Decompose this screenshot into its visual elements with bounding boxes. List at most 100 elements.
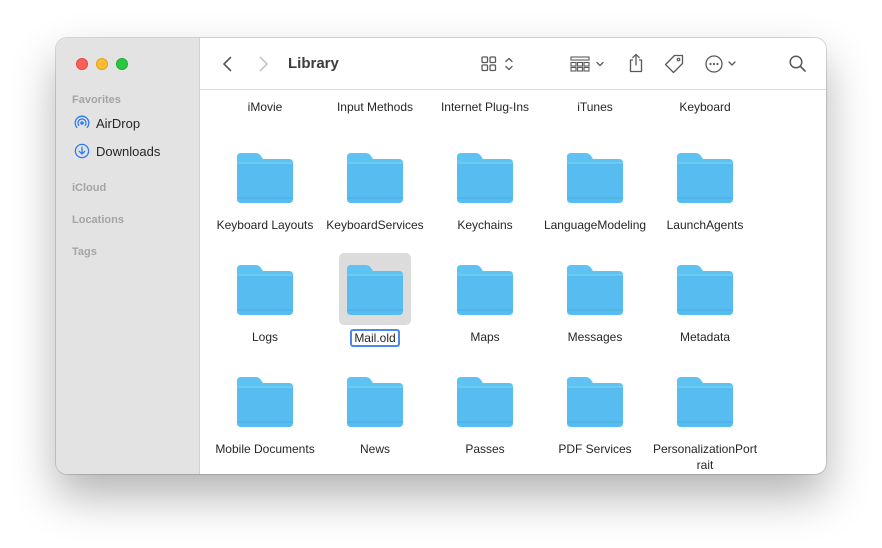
- folder-label: LaunchAgents: [666, 218, 744, 232]
- chevron-right-icon: [259, 56, 268, 72]
- sidebar-section-locations: Locations: [72, 214, 124, 226]
- folder-item[interactable]: KeyboardServices: [320, 141, 430, 233]
- folder-icon: [237, 377, 293, 427]
- folder-item[interactable]: Logs: [210, 253, 320, 345]
- folder-icon: [677, 377, 733, 427]
- folder-icon: [237, 153, 293, 203]
- folder-label: KeyboardServices: [326, 218, 424, 232]
- sidebar-section-favorites: Favorites: [72, 94, 121, 106]
- folder-label: Keyboard Layouts: [216, 218, 314, 232]
- folder-label: Maps: [470, 330, 500, 344]
- folder-item[interactable]: PersonalizationPortrait: [650, 365, 760, 473]
- folder-icon-wrap[interactable]: [559, 365, 631, 437]
- folder-item[interactable]: Input Methods: [320, 99, 430, 115]
- folder-icon-wrap[interactable]: [339, 253, 411, 325]
- sidebar: Favorites AirDrop Downloads iCloud Locat…: [56, 38, 200, 474]
- sidebar-item-downloads[interactable]: Downloads: [74, 143, 160, 159]
- folder-label: Mobile Documents: [215, 442, 315, 456]
- more-options-icon: [705, 55, 736, 73]
- folder-item[interactable]: iMovie: [210, 99, 320, 115]
- folder-icon: [347, 153, 403, 203]
- forward-button[interactable]: [253, 54, 273, 74]
- folder-item[interactable]: Mail.old: [320, 253, 430, 347]
- folder-icon-wrap[interactable]: [559, 141, 631, 213]
- finder-window: Favorites AirDrop Downloads iCloud Locat…: [56, 38, 826, 474]
- zoom-button[interactable]: [116, 58, 128, 70]
- airdrop-icon: [74, 115, 90, 129]
- share-icon: [629, 53, 643, 73]
- folder-label: Mail.old: [321, 329, 429, 347]
- folder-label: Keychains: [457, 218, 513, 232]
- folder-label: Passes: [465, 442, 505, 456]
- folder-label: Internet Plug-Ins: [440, 100, 530, 114]
- folder-item[interactable]: Maps: [430, 253, 540, 345]
- folder-label: Logs: [251, 330, 279, 344]
- folder-item[interactable]: Passes: [430, 365, 540, 457]
- sidebar-section-tags: Tags: [72, 246, 97, 258]
- folder-icon: [677, 265, 733, 315]
- folder-item[interactable]: Messages: [540, 253, 650, 345]
- group-icon: [570, 56, 604, 72]
- folder-item[interactable]: LaunchAgents: [650, 141, 760, 233]
- window-controls: [76, 58, 128, 70]
- sidebar-item-label: Downloads: [96, 143, 161, 159]
- folder-icon-wrap[interactable]: [339, 141, 411, 213]
- folder-item[interactable]: Mobile Documents: [210, 365, 320, 457]
- folder-icon: [567, 153, 623, 203]
- folder-item[interactable]: PDF Services: [540, 365, 650, 457]
- window-title: Library: [288, 55, 339, 72]
- folder-icon: [567, 377, 623, 427]
- folder-icon-wrap[interactable]: [559, 253, 631, 325]
- action-menu-button[interactable]: [704, 54, 742, 74]
- folder-item[interactable]: Internet Plug-Ins: [430, 99, 540, 115]
- folder-icon-wrap[interactable]: [449, 365, 521, 437]
- folder-icon-wrap[interactable]: [449, 141, 521, 213]
- folder-icon: [237, 265, 293, 315]
- folder-item[interactable]: Keyboard Layouts: [210, 141, 320, 233]
- folder-icon-wrap[interactable]: [669, 253, 741, 325]
- folder-label: News: [359, 442, 390, 456]
- folder-icon: [567, 265, 623, 315]
- folder-icon: [457, 153, 513, 203]
- folder-icon-wrap[interactable]: [449, 253, 521, 325]
- folder-label: Keyboard: [679, 100, 731, 114]
- folder-label: Input Methods: [336, 100, 414, 114]
- search-button[interactable]: [788, 54, 808, 74]
- folder-label: iTunes: [577, 100, 613, 114]
- folder-icon: [457, 265, 513, 315]
- folder-item[interactable]: Keyboard: [650, 99, 760, 115]
- download-icon: [74, 143, 90, 159]
- folder-item[interactable]: LanguageModeling: [540, 141, 650, 233]
- main-area: Library iMovie Input Methods Internet Pl…: [200, 38, 826, 474]
- minimize-button[interactable]: [96, 58, 108, 70]
- share-button[interactable]: [626, 52, 646, 74]
- folder-icon-wrap[interactable]: [229, 253, 301, 325]
- folder-label: PersonalizationPortrait: [652, 442, 758, 472]
- group-button[interactable]: [570, 55, 610, 73]
- folder-label: Messages: [567, 330, 623, 344]
- folder-label: PDF Services: [558, 442, 632, 456]
- folder-icon-wrap[interactable]: [669, 141, 741, 213]
- folder-label: iMovie: [247, 100, 283, 114]
- back-button[interactable]: [218, 54, 238, 74]
- tag-icon: [664, 54, 684, 74]
- sidebar-item-label: AirDrop: [96, 115, 141, 131]
- folder-item[interactable]: Keychains: [430, 141, 540, 233]
- sidebar-item-airdrop[interactable]: AirDrop: [74, 115, 140, 131]
- chevron-left-icon: [223, 56, 232, 72]
- folder-label: LanguageModeling: [543, 218, 647, 232]
- folder-icon-wrap[interactable]: [339, 365, 411, 437]
- folder-item[interactable]: iTunes: [540, 99, 650, 115]
- folder-item[interactable]: Metadata: [650, 253, 760, 345]
- view-mode-button[interactable]: [480, 55, 520, 73]
- tags-button[interactable]: [663, 53, 685, 75]
- rename-field[interactable]: Mail.old: [350, 329, 400, 347]
- icon-view-icon: [481, 56, 513, 72]
- toolbar: Library: [200, 38, 826, 90]
- folder-icon-wrap[interactable]: [669, 365, 741, 437]
- folder-icon-wrap[interactable]: [229, 365, 301, 437]
- folder-icon-wrap[interactable]: [229, 141, 301, 213]
- folder-item[interactable]: News: [320, 365, 430, 457]
- folder-icon: [457, 377, 513, 427]
- close-button[interactable]: [76, 58, 88, 70]
